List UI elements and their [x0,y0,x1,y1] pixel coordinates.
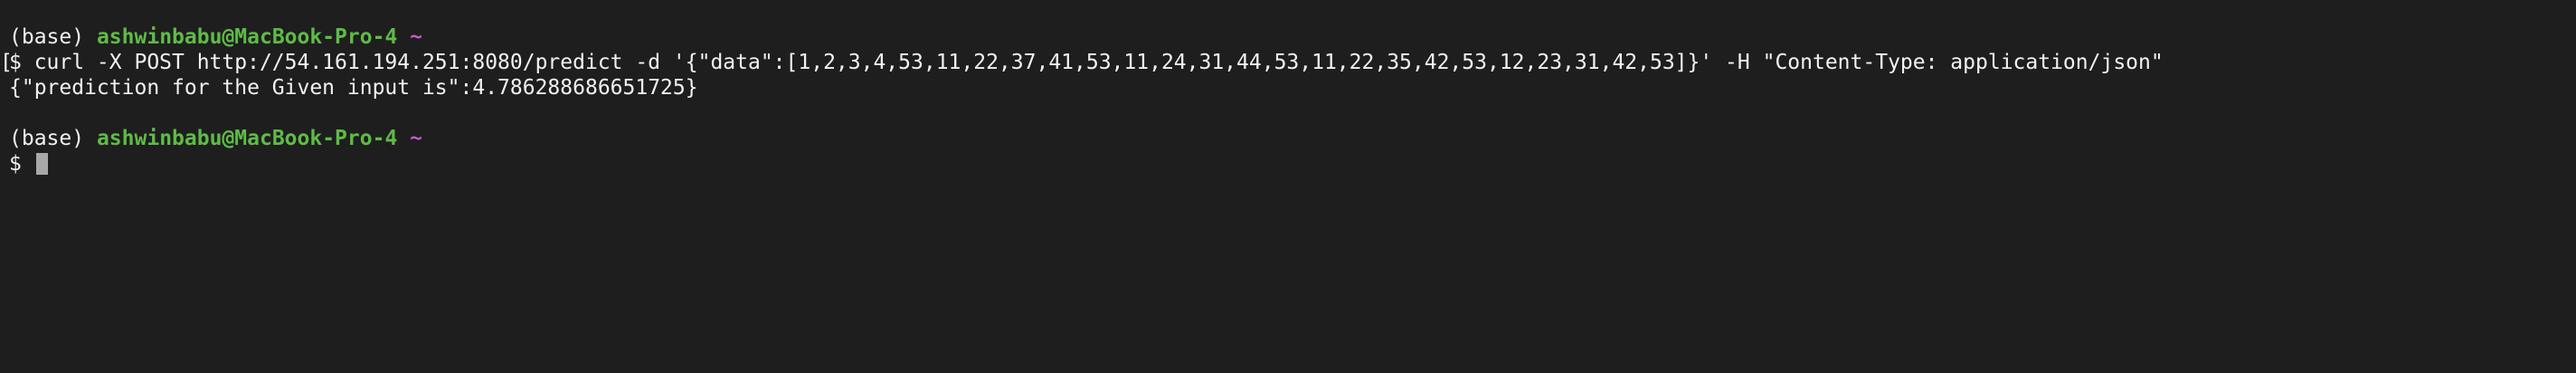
current-dir-label: ~ [410,25,423,49]
text-cursor [35,152,48,175]
user-host-label: ashwinbabu@MacBook-Pro-4 [96,25,398,49]
terminal-window[interactable]: (base) ashwinbabu@MacBook-Pro-4 ~ [$ cur… [0,0,2576,373]
current-dir-label: ~ [410,127,423,150]
user-host-label: ashwinbabu@MacBook-Pro-4 [96,127,398,150]
command-text: $ curl -X POST http://54.161.194.251:808… [9,51,2164,74]
mark-bracket: [ [0,51,13,74]
command-output: {"prediction for the Given input is":4.7… [9,76,698,100]
input-prompt-symbol: $ [9,152,34,176]
prompt-line-2: (base) ashwinbabu@MacBook-Pro-4 ~ [9,126,2576,151]
command-line: [$ curl -X POST http://54.161.194.251:80… [0,50,2576,75]
input-line[interactable]: $ [9,151,2576,177]
conda-env-label: (base) [9,127,85,150]
prompt-line-1: (base) ashwinbabu@MacBook-Pro-4 ~ [9,24,2576,50]
conda-env-label: (base) [9,25,85,49]
